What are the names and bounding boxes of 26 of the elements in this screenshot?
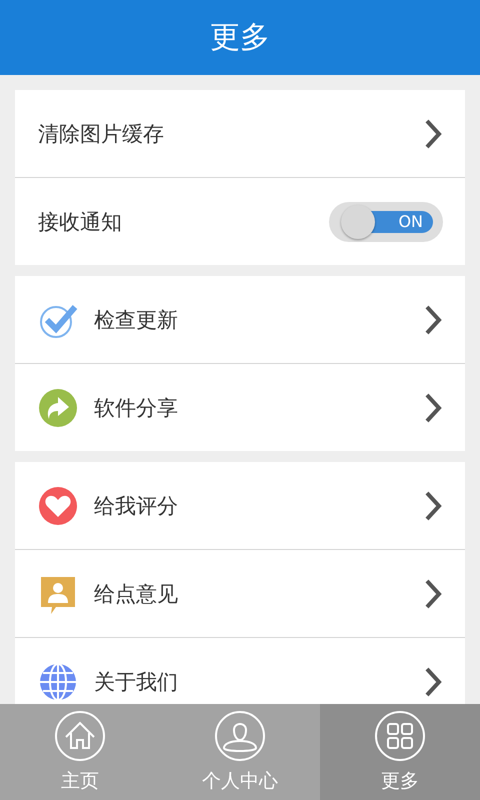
globe-icon	[38, 662, 78, 702]
chevron-icon	[423, 666, 443, 698]
page-title: 更多	[210, 19, 270, 57]
chevron-icon	[423, 392, 443, 424]
chevron-icon	[423, 304, 443, 336]
row-label: 软件分享	[94, 394, 179, 422]
chevron-icon	[423, 490, 443, 522]
chevron-icon	[423, 118, 443, 150]
settings-row[interactable]: 清除图片缓存	[15, 90, 465, 177]
row-label: 接收通知	[38, 208, 123, 236]
grid-icon	[374, 710, 426, 762]
settings-row[interactable]: 软件分享	[15, 363, 465, 451]
notification-toggle[interactable]: ON	[329, 202, 443, 242]
home-icon	[54, 710, 106, 762]
settings-row[interactable]: 给我评分	[15, 462, 465, 549]
chevron-icon	[423, 578, 443, 610]
row-label: 给点意见	[94, 580, 179, 608]
row-label: 清除图片缓存	[38, 120, 165, 148]
settings-row[interactable]: 给点意见	[15, 549, 465, 637]
row-label: 检查更新	[94, 306, 179, 334]
settings-row[interactable]: 检查更新	[15, 276, 465, 363]
user-icon	[214, 710, 266, 762]
share-icon	[38, 388, 78, 428]
row-label: 关于我们	[94, 668, 179, 696]
settings-row[interactable]: 接收通知 ON	[15, 177, 465, 265]
row-label: 给我评分	[94, 492, 179, 520]
